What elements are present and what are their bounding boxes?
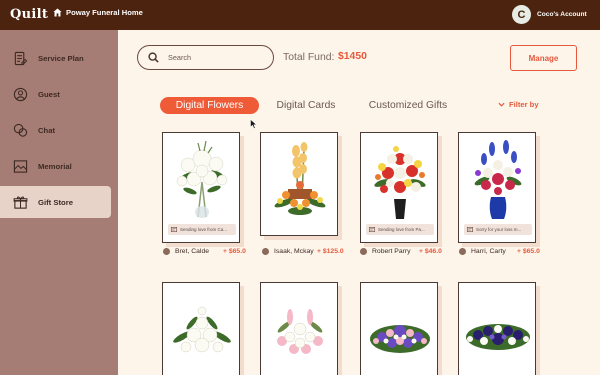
sidebar-item-label: Chat [38, 125, 56, 135]
memorial-icon [13, 159, 28, 173]
gift-message: Sending love from Pa... [366, 224, 434, 235]
flower-card[interactable] [360, 282, 438, 375]
pink-standing-spray-image [277, 309, 323, 354]
sender-avatar [163, 248, 170, 255]
sidebar-item-chat[interactable]: Chat [0, 114, 111, 146]
sidebar-item-label: Memorial [38, 161, 72, 171]
blue-vase-bouquet-image [474, 140, 522, 219]
flower-card[interactable]: Sorry for your loss m... [458, 132, 536, 243]
flower-card[interactable] [260, 132, 338, 236]
chat-icon [13, 123, 28, 137]
filter-label: Filter by [509, 100, 539, 109]
sender-info: Harri, Carty [459, 248, 506, 255]
search-icon [148, 52, 159, 63]
mixed-bouquet-image [374, 146, 426, 219]
message-icon [369, 227, 375, 232]
guest-icon [13, 87, 28, 101]
total-fund-label: Total Fund: [283, 52, 335, 63]
sender-name: Robert Parry [372, 248, 411, 255]
gift-amount: + $65.0 [517, 248, 540, 255]
gift-message-text: Sorry for your loss m... [476, 227, 522, 232]
filter-by-dropdown[interactable]: Filter by [498, 100, 539, 109]
sender-name: Harri, Carty [471, 248, 506, 255]
tab-digital-cards[interactable]: Digital Cards [268, 97, 344, 114]
purple-casket-spray-image [370, 325, 430, 353]
search-input[interactable]: Search [137, 45, 274, 70]
top-bar: Quilt Poway Funeral Home C Coco's Accoun… [0, 0, 600, 30]
gift-amount: + $46.0 [419, 248, 442, 255]
flower-card[interactable]: Sending love from Pa... [360, 132, 438, 243]
quilt-logo[interactable]: Quilt [10, 7, 48, 22]
sidebar-item-memorial[interactable]: Memorial [0, 150, 111, 182]
chevron-down-icon [498, 102, 505, 107]
sidebar: Service Plan Guest Chat Memorial Gift St… [0, 30, 118, 375]
sender-info: Bret, Calde [163, 248, 209, 255]
funeral-home-link[interactable]: Poway Funeral Home [53, 8, 143, 17]
message-icon [467, 227, 473, 232]
sidebar-item-guest[interactable]: Guest [0, 78, 111, 110]
search-placeholder: Search [168, 53, 192, 62]
gladiolus-arrangement-image [274, 142, 326, 215]
flower-card[interactable] [458, 282, 536, 375]
white-lily-bouquet-image [176, 140, 228, 218]
white-standing-spray-image [173, 306, 231, 353]
sender-info: Isaak, Mckay [262, 248, 314, 255]
sidebar-item-label: Gift Store [38, 197, 74, 207]
sidebar-item-service-plan[interactable]: Service Plan [0, 42, 111, 74]
total-fund-value: $1450 [338, 51, 367, 62]
sender-info: Robert Parry [360, 248, 411, 255]
blue-casket-spray-image [466, 324, 530, 350]
gift-icon [13, 196, 28, 209]
funeral-home-name: Poway Funeral Home [66, 8, 143, 17]
sender-avatar [360, 248, 367, 255]
sender-avatar [459, 248, 466, 255]
sidebar-item-label: Guest [38, 89, 60, 99]
sender-name: Bret, Calde [175, 248, 210, 255]
service-plan-icon [14, 51, 28, 65]
message-icon [171, 227, 177, 232]
mouse-cursor-icon [250, 119, 257, 129]
manage-button[interactable]: Manage [510, 45, 577, 71]
gift-message: Sorry for your loss m... [464, 224, 532, 235]
account-avatar[interactable]: C [512, 5, 531, 24]
gift-message: Sending love from Ca... [168, 224, 236, 235]
flower-card[interactable]: Sending love from Ca... [162, 132, 240, 243]
sidebar-item-gift-store[interactable]: Gift Store [0, 186, 111, 218]
tab-customized-gifts[interactable]: Customized Gifts [360, 97, 456, 114]
account-name[interactable]: Coco's Account [537, 11, 587, 18]
sender-name: Isaak, Mckay [274, 248, 314, 255]
home-icon [53, 8, 62, 17]
flower-card[interactable] [260, 282, 338, 375]
gift-amount: + $65.0 [223, 248, 246, 255]
sender-avatar [262, 248, 269, 255]
gift-message-text: Sending love from Pa... [378, 227, 425, 232]
sidebar-item-label: Service Plan [38, 53, 84, 63]
flower-card[interactable] [162, 282, 240, 375]
tab-digital-flowers[interactable]: Digital Flowers [160, 97, 259, 114]
gift-message-text: Sending love from Ca... [180, 227, 228, 232]
gift-amount: + $125.0 [317, 248, 344, 255]
